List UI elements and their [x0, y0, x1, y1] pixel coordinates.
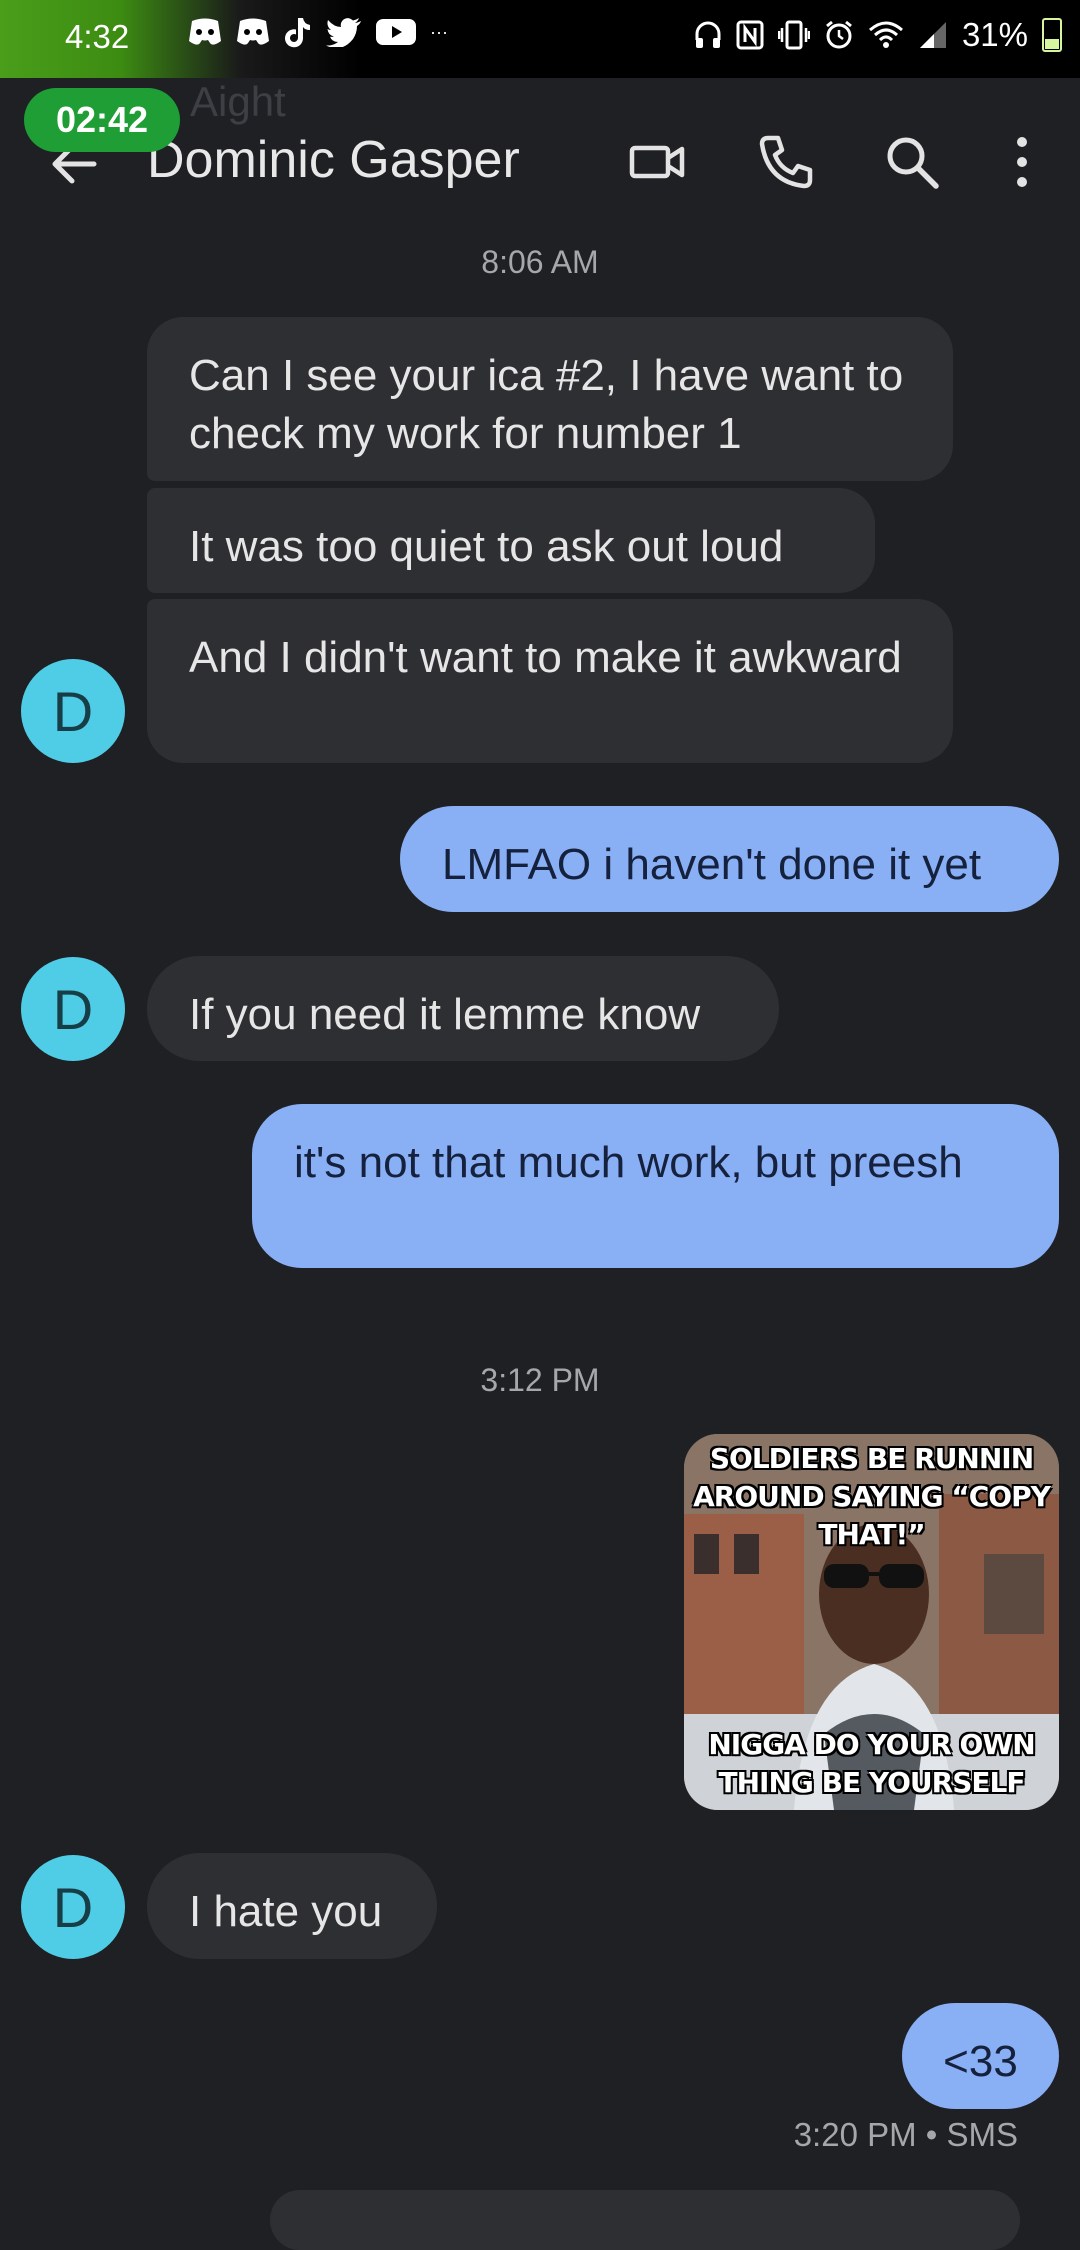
wifi-icon — [868, 21, 903, 48]
timestamp-divider: 8:06 AM — [481, 244, 599, 280]
conversation-header: Aight 02:42 Dominic Gasper — [0, 78, 1080, 238]
compose-bar[interactable] — [270, 2190, 1020, 2250]
status-bar: 4:32 ··· 31% — [0, 0, 1080, 78]
ongoing-call-chip[interactable]: 02:42 — [24, 88, 180, 152]
twitter-icon — [326, 18, 361, 47]
contact-name[interactable]: Dominic Gasper — [147, 130, 520, 190]
contact-avatar[interactable]: D — [21, 1855, 125, 1959]
battery-icon — [1042, 18, 1062, 52]
incoming-message[interactable]: It was too quiet to ask out loud — [147, 488, 875, 593]
meme-top-caption: SOLDIERS BE RUNNIN AROUND SAYING “COPY T… — [693, 1442, 1051, 1551]
alarm-icon — [826, 20, 852, 49]
headphones-icon — [695, 21, 721, 48]
system-status: 31% — [694, 16, 1062, 54]
battery-percent: 31% — [961, 16, 1028, 53]
outgoing-message[interactable]: <33 — [902, 2003, 1059, 2109]
outgoing-message[interactable]: it's not that much work, but preesh — [252, 1104, 1059, 1268]
message-status: 3:20 PM • SMS — [793, 2116, 1018, 2153]
incoming-message[interactable]: Can I see your ica #2, I have want to ch… — [147, 317, 953, 481]
youtube-icon — [376, 19, 416, 45]
nfc-icon — [736, 20, 764, 50]
contact-avatar[interactable]: D — [21, 957, 125, 1061]
video-call-icon[interactable] — [626, 130, 690, 194]
status-time: 4:32 — [65, 18, 130, 55]
incoming-message[interactable]: And I didn't want to make it awkward — [147, 599, 953, 763]
vibrate-icon — [777, 20, 810, 50]
notification-icons: ··· — [188, 16, 448, 48]
ghost-preview-text: Aight — [190, 78, 286, 125]
meme-image[interactable]: SOLDIERS BE RUNNIN AROUND SAYING “COPY T… — [684, 1434, 1059, 1810]
signal-icon — [919, 22, 946, 48]
call-timer: 02:42 — [55, 99, 149, 140]
incoming-message[interactable]: If you need it lemme know — [147, 956, 779, 1061]
discord-icon — [189, 18, 221, 45]
timestamp-divider: 3:12 PM — [480, 1362, 600, 1398]
incoming-message[interactable]: I hate you — [147, 1853, 437, 1959]
more-vert-icon[interactable] — [990, 130, 1054, 194]
outgoing-message[interactable]: LMFAO i haven't done it yet — [400, 806, 1059, 912]
tiktok-icon — [285, 18, 310, 48]
search-icon[interactable] — [880, 130, 944, 194]
discord-icon — [237, 18, 269, 45]
phone-icon[interactable] — [754, 130, 818, 194]
contact-avatar[interactable]: D — [21, 659, 125, 763]
meme-bottom-caption: NIGGA DO YOUR OWN THING BE YOURSELF — [708, 1728, 1035, 1799]
more-notifications-indicator: ··· — [430, 21, 448, 42]
